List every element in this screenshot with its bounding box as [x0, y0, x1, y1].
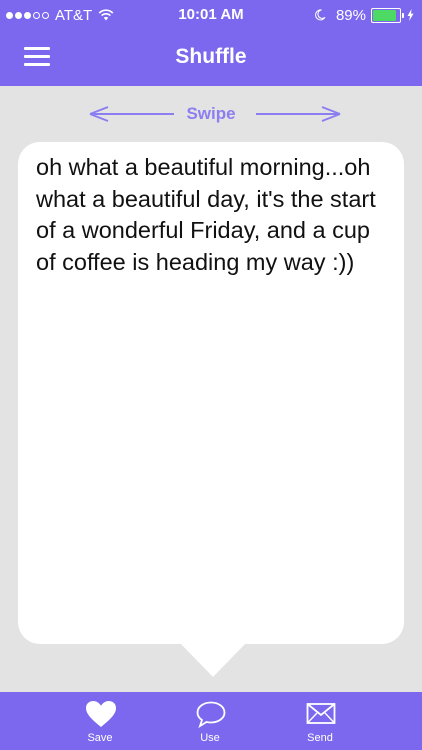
- status-bar: AT&T 10:01 AM 89%: [0, 0, 422, 30]
- swipe-label: Swipe: [186, 104, 236, 123]
- charging-bolt-icon: [407, 9, 414, 21]
- status-right: 89%: [314, 5, 414, 25]
- battery-percent: 89%: [335, 6, 366, 24]
- arrow-right-icon: [256, 106, 341, 122]
- moon-icon: [315, 9, 326, 21]
- heart-icon: [86, 701, 116, 727]
- save-label: Save: [87, 732, 113, 744]
- speech-bubble-icon: [196, 701, 226, 728]
- use-button[interactable]: Use: [165, 692, 255, 750]
- send-label: Send: [307, 732, 333, 744]
- envelope-icon: [306, 703, 336, 724]
- tab-bar: Save Use Send: [0, 692, 422, 750]
- quote-card-tail: [180, 643, 246, 677]
- quote-text: oh what a beautiful morning...oh what a …: [36, 154, 376, 275]
- nav-bar: Shuffle: [0, 30, 422, 86]
- battery-icon: [371, 7, 401, 23]
- page-title: Shuffle: [175, 45, 247, 68]
- use-label: Use: [200, 732, 220, 744]
- send-button[interactable]: Send: [275, 692, 365, 750]
- header: AT&T 10:01 AM 89% Shuffle: [0, 0, 422, 86]
- battery-tip: [402, 12, 404, 18]
- battery-level-fill: [373, 9, 397, 21]
- save-button[interactable]: Save: [55, 692, 145, 750]
- swipe-hint[interactable]: Swipe: [0, 100, 422, 126]
